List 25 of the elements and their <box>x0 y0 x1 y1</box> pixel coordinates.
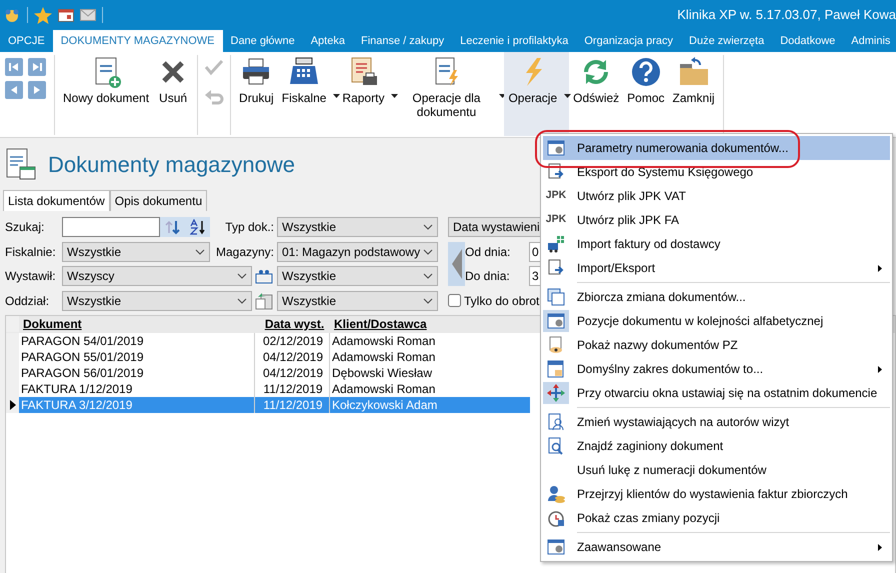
table-cell-text: Adamowski Roman <box>331 332 436 348</box>
filter-label: Typ dok.: <box>224 219 275 236</box>
table-cell-text: Adamowski Roman <box>331 380 436 396</box>
table-cell: PARAGON 56/01/2019 <box>19 364 255 380</box>
table-cell-text: Adamowski Roman <box>331 348 436 364</box>
jpk-label: JPK <box>546 188 566 204</box>
filter-label: Oddział: <box>5 292 50 310</box>
table-cell: Kołczykowski Adam <box>330 396 530 412</box>
filter-label: Od dnia: <box>465 244 512 260</box>
window-title: Klinika XP w. 5.17.03.07, Paweł Kowa <box>677 6 896 24</box>
page-title: Dokumenty magazynowe <box>48 150 296 179</box>
table-cell: FAKTURA 3/12/2019 <box>19 396 255 412</box>
table-cell: 02/12/2019 <box>255 332 330 348</box>
table-cell-text: Dębowski Wiesław <box>331 364 434 380</box>
checkbox-label: Tylko do obrot <box>464 292 540 310</box>
table-cell: 11/12/2019 <box>255 396 330 412</box>
filter-label: Szukaj: <box>5 219 46 236</box>
filter-label: Wystawił: <box>5 268 57 285</box>
table-cell: PARAGON 54/01/2019 <box>19 332 255 348</box>
table-cell: 04/12/2019 <box>255 348 330 364</box>
filter-label: Magazyny: <box>214 244 275 260</box>
table-cell: 04/12/2019 <box>255 364 330 380</box>
filter-label: Do dnia: <box>465 268 511 285</box>
table-cell: PARAGON 55/01/2019 <box>19 348 255 364</box>
filter-label: Fiskalnie: <box>5 244 57 260</box>
